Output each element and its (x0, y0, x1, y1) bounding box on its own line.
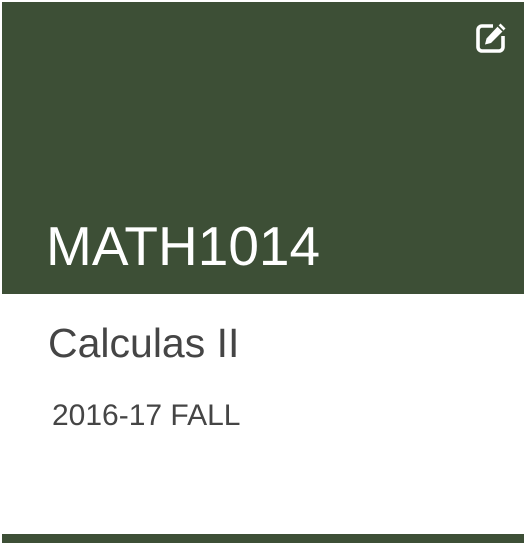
course-code: MATH1014 (46, 215, 321, 277)
edit-button[interactable] (474, 21, 508, 55)
edit-icon (476, 23, 506, 53)
course-card-header: MATH1014 (2, 2, 524, 294)
course-card[interactable]: MATH1014 Calculas II 2016-17 FALL (0, 0, 526, 543)
bottom-bar (2, 534, 524, 543)
course-term: 2016-17 FALL (52, 399, 241, 432)
course-name: Calculas II (48, 320, 240, 366)
